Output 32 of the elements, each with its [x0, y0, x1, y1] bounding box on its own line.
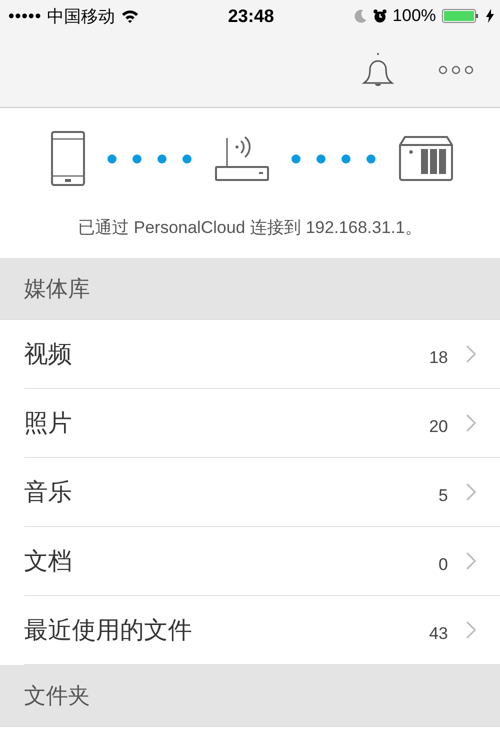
row-label: 文档 [24, 547, 73, 577]
battery-percent: 100% [392, 6, 436, 26]
nas-drive-icon [399, 136, 453, 181]
more-icon [438, 64, 474, 74]
item-count: 18 [429, 348, 448, 368]
charging-icon [486, 9, 494, 23]
item-count: 43 [429, 624, 448, 644]
row-label: 照片 [24, 409, 73, 439]
router-icon [215, 136, 269, 181]
connection-status-text: 已通过 PersonalCloud 连接到 192.168.31.1。 [78, 217, 422, 239]
carrier-name: 中国移动 [47, 6, 116, 28]
more-button[interactable] [438, 64, 474, 74]
alarm-icon [372, 9, 387, 23]
row-label: 视频 [24, 340, 73, 370]
chevron-right-icon [466, 621, 476, 639]
section-header: 媒体库 [24, 274, 90, 302]
item-count: 20 [429, 417, 448, 437]
clock-time: 23:48 [228, 6, 274, 26]
signal-strength: ●●●●● [8, 10, 42, 22]
row-label: 音乐 [24, 478, 73, 508]
moon-icon [354, 9, 367, 23]
phone-icon [51, 131, 85, 186]
chevron-right-icon [466, 483, 476, 501]
chevron-right-icon [466, 414, 476, 432]
battery-icon [442, 8, 480, 24]
chevron-right-icon [466, 552, 476, 570]
item-count: 0 [438, 555, 448, 575]
row-label: 最近使用的文件 [24, 616, 193, 646]
chevron-right-icon [466, 345, 476, 363]
section-header: 文件夹 [24, 682, 90, 710]
item-count: 5 [438, 486, 448, 506]
wifi-icon [121, 9, 140, 23]
